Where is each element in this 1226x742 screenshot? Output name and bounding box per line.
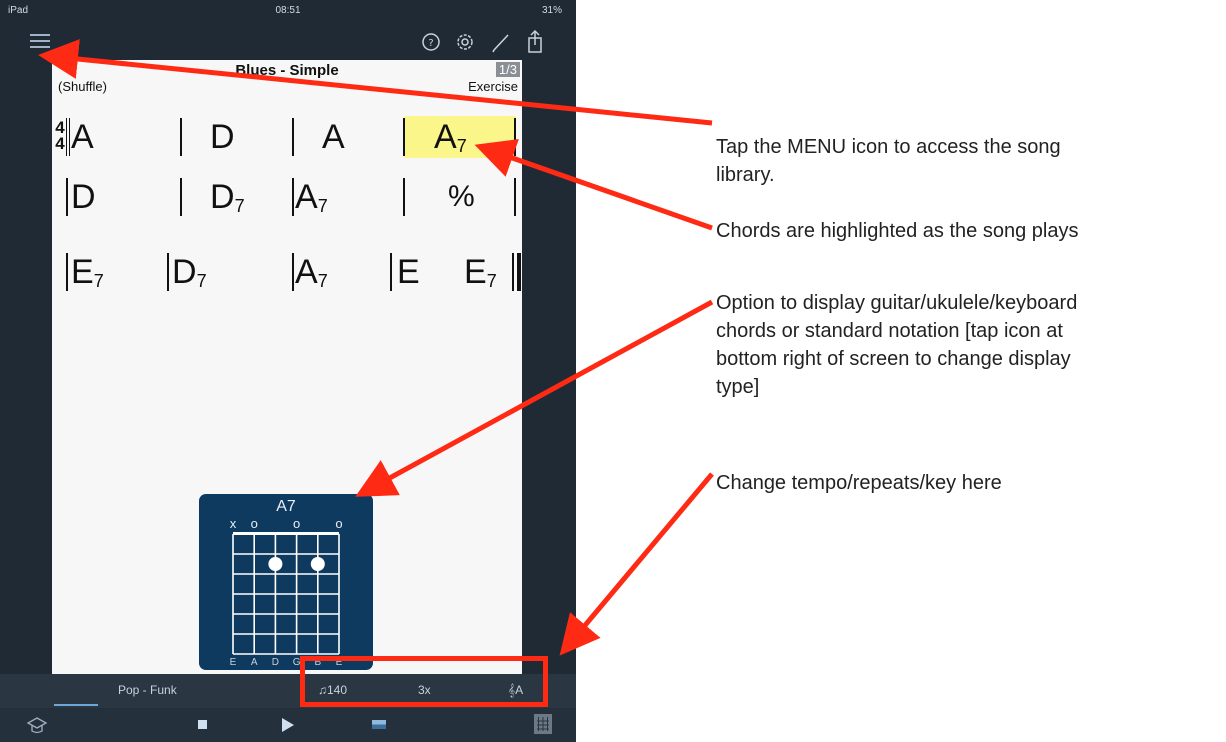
arrow-to-highlight (474, 139, 713, 231)
arrow-to-tempo-box (559, 472, 714, 656)
arrow-to-menu (38, 39, 713, 126)
annotation-arrows (38, 39, 714, 656)
arrow-to-chord-diagram (355, 299, 714, 497)
